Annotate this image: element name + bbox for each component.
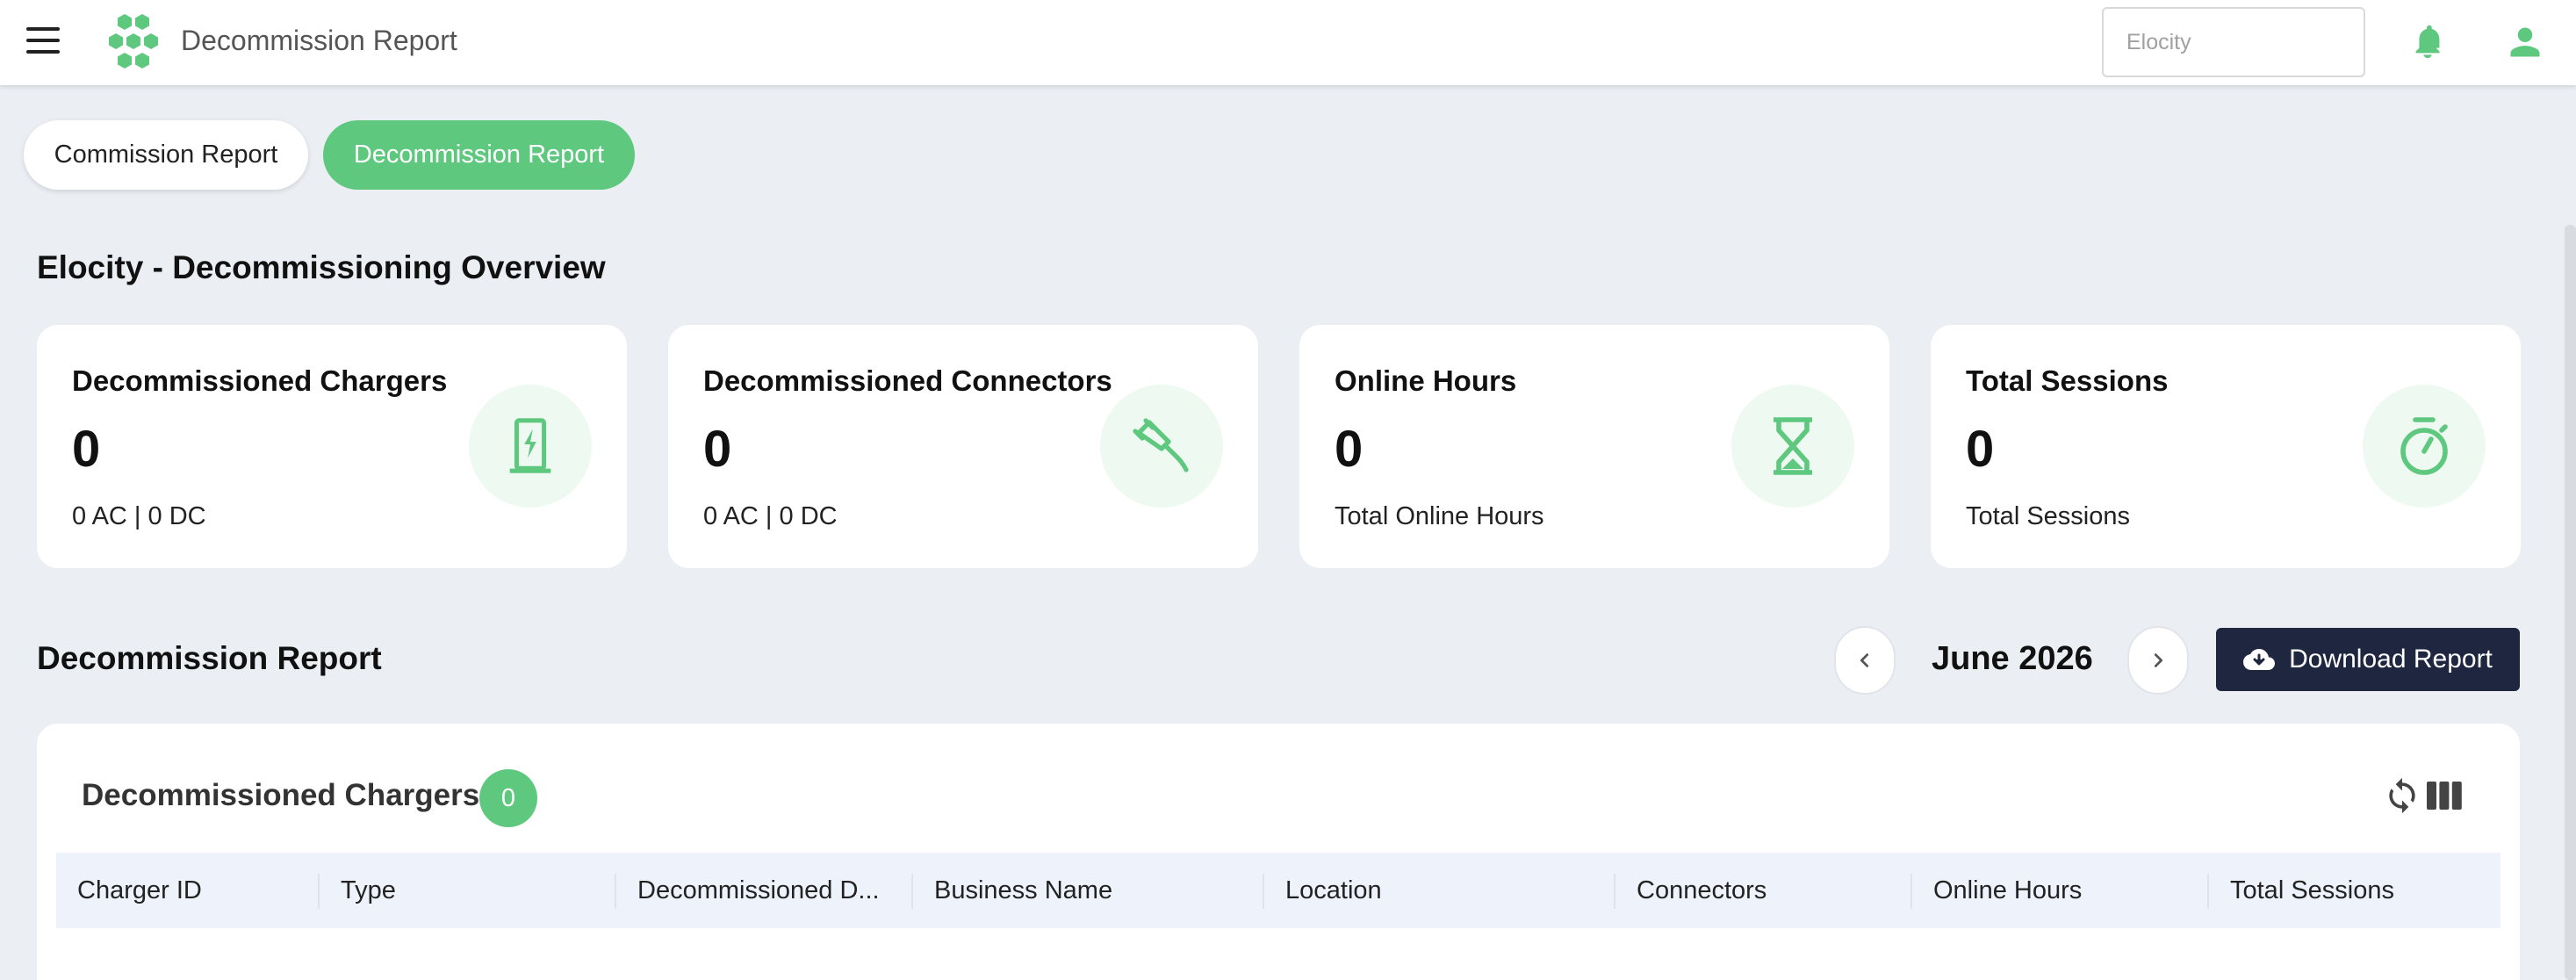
column-header-connectors[interactable]: Connectors bbox=[1615, 853, 1912, 928]
decommissioned-chargers-panel: Decommissioned Chargers 0 Charger ID Typ… bbox=[37, 724, 2520, 980]
card-value: 0 bbox=[703, 421, 732, 478]
menu-icon[interactable] bbox=[26, 27, 61, 57]
card-subtext: 0 AC | 0 DC bbox=[703, 502, 838, 530]
month-label: June 2026 bbox=[1932, 640, 2093, 677]
stat-card-total-sessions: Total Sessions 0 Total Sessions bbox=[1931, 325, 2521, 568]
card-value: 0 bbox=[1335, 421, 1364, 478]
columns-icon[interactable] bbox=[2427, 780, 2462, 811]
previous-month-button[interactable] bbox=[1834, 626, 1896, 695]
card-subtext: Total Sessions bbox=[1966, 502, 2130, 530]
column-header-label: Online Hours bbox=[1933, 876, 2083, 904]
chevron-right-icon bbox=[2154, 653, 2163, 667]
card-subtext: Total Online Hours bbox=[1335, 502, 1544, 530]
stopwatch-icon bbox=[2363, 385, 2486, 508]
report-title: Decommission Report bbox=[37, 640, 382, 676]
download-report-label: Download Report bbox=[2289, 645, 2493, 674]
overview-title: Elocity - Decommissioning Overview bbox=[37, 249, 606, 285]
column-header-decommissioned-date[interactable]: Decommissioned D... bbox=[616, 853, 913, 928]
card-title: Decommissioned Chargers bbox=[72, 364, 448, 397]
column-header-label: Decommissioned D... bbox=[637, 876, 880, 904]
column-header-label: Business Name bbox=[934, 876, 1113, 904]
column-header-business-name[interactable]: Business Name bbox=[913, 853, 1264, 928]
card-value: 0 bbox=[72, 421, 101, 478]
card-subtext: 0 AC | 0 DC bbox=[72, 502, 206, 530]
stat-card-decommissioned-chargers: Decommissioned Chargers 0 0 AC | 0 DC bbox=[37, 325, 627, 568]
table-header-row: Charger ID Type Decommissioned D... Busi… bbox=[56, 853, 2500, 928]
table-title: Decommissioned Chargers bbox=[82, 778, 480, 812]
stat-card-online-hours: Online Hours 0 Total Online Hours bbox=[1299, 325, 1889, 568]
tab-decommission-report[interactable]: Decommission Report bbox=[323, 120, 635, 190]
count-badge: 0 bbox=[479, 769, 537, 827]
column-header-total-sessions[interactable]: Total Sessions bbox=[2209, 853, 2500, 928]
refresh-icon[interactable] bbox=[2383, 776, 2421, 815]
top-app-bar: Decommission Report bbox=[0, 0, 2576, 85]
tab-commission-report[interactable]: Commission Report bbox=[24, 120, 308, 190]
card-value: 0 bbox=[1966, 421, 1995, 478]
stat-card-decommissioned-connectors: Decommissioned Connectors 0 0 AC | 0 DC bbox=[668, 325, 1258, 568]
column-header-online-hours[interactable]: Online Hours bbox=[1912, 853, 2209, 928]
column-header-label: Charger ID bbox=[77, 876, 202, 904]
chevron-left-icon bbox=[1860, 653, 1869, 667]
ev-plug-icon bbox=[1100, 385, 1223, 508]
bell-icon[interactable] bbox=[2407, 21, 2448, 61]
next-month-button[interactable] bbox=[2127, 626, 2189, 695]
logo-icon bbox=[109, 14, 158, 68]
column-header-label: Connectors bbox=[1637, 876, 1767, 904]
column-header-location[interactable]: Location bbox=[1264, 853, 1615, 928]
page-scrollbar[interactable] bbox=[2565, 225, 2576, 980]
column-header-charger-id[interactable]: Charger ID bbox=[56, 853, 320, 928]
column-header-label: Location bbox=[1285, 876, 1382, 904]
ev-charger-icon bbox=[469, 385, 592, 508]
card-title: Total Sessions bbox=[1966, 364, 2169, 397]
column-header-type[interactable]: Type bbox=[320, 853, 616, 928]
card-title: Online Hours bbox=[1335, 364, 1517, 397]
card-title: Decommissioned Connectors bbox=[703, 364, 1112, 397]
app-title: Decommission Report bbox=[181, 25, 457, 56]
cloud-download-icon bbox=[2243, 649, 2276, 670]
user-icon[interactable] bbox=[2506, 23, 2544, 61]
column-header-label: Total Sessions bbox=[2230, 876, 2394, 904]
download-report-button[interactable]: Download Report bbox=[2216, 628, 2520, 691]
hourglass-icon bbox=[1731, 385, 1854, 508]
column-header-label: Type bbox=[341, 876, 396, 904]
search-input[interactable] bbox=[2102, 7, 2365, 77]
